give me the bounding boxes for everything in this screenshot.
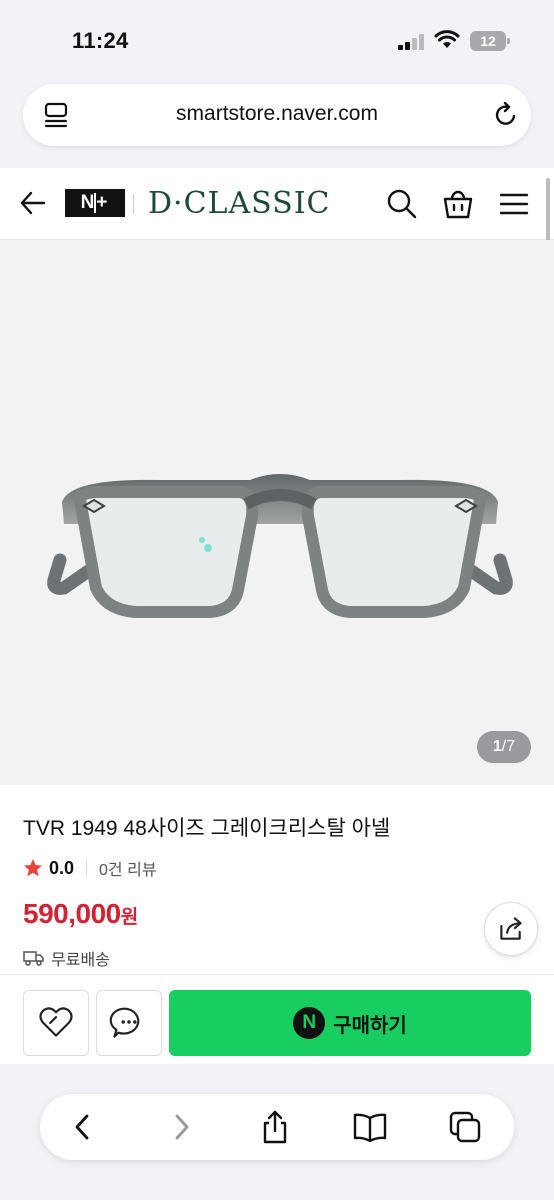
purchase-bar: N 구매하기: [0, 974, 554, 1064]
url-text[interactable]: smartstore.naver.com: [23, 102, 531, 126]
safari-forward-icon[interactable]: [164, 1110, 198, 1144]
shipping-info: 무료배송: [23, 946, 110, 970]
wishlist-button[interactable]: [23, 990, 89, 1056]
nplus-badge[interactable]: N+: [65, 189, 125, 217]
star-icon: [24, 859, 42, 877]
store-header: N+ D·CLASSIC: [0, 168, 554, 270]
browser-toolbar: [40, 1094, 514, 1160]
status-bar: 11:24 12: [0, 0, 554, 80]
store-brand-logo[interactable]: D·CLASSIC: [148, 186, 331, 221]
share-icon: [500, 917, 522, 940]
tabs-overview-icon[interactable]: [448, 1110, 482, 1144]
wifi-icon: [434, 30, 460, 48]
rating-value: 0.0: [49, 857, 75, 878]
battery-indicator: 12: [470, 31, 510, 51]
signal-icon: [398, 34, 424, 50]
truck-icon: [23, 951, 44, 966]
safari-back-icon[interactable]: [66, 1110, 100, 1144]
image-counter-total: /7: [501, 738, 516, 755]
shipping-label: 무료배송: [51, 952, 110, 969]
product-image-gallery[interactable]: 1/7: [0, 240, 554, 785]
talk-button[interactable]: [96, 990, 162, 1056]
image-counter: 1/7: [477, 731, 531, 763]
review-count[interactable]: 0건 리뷰: [99, 856, 157, 880]
url-bar[interactable]: smartstore.naver.com: [23, 84, 531, 146]
product-title: TVR 1949 48사이즈 그레이크리스탈 아넬: [23, 817, 391, 840]
buy-button[interactable]: N 구매하기: [169, 990, 531, 1056]
npay-icon: N: [293, 1007, 326, 1039]
back-arrow-icon[interactable]: [18, 188, 48, 218]
menu-icon[interactable]: [498, 188, 530, 220]
search-icon[interactable]: [386, 188, 418, 220]
product-image-glasses: [47, 474, 513, 618]
heart-icon: [39, 1007, 73, 1037]
status-time: 11:24: [72, 28, 129, 53]
header-divider: [133, 194, 134, 214]
safari-share-icon[interactable]: [258, 1110, 292, 1144]
rating-row[interactable]: 0.0 0건 리뷰: [23, 856, 157, 880]
cart-icon[interactable]: [442, 188, 474, 220]
buy-button-label: 구매하기: [333, 1014, 407, 1037]
chat-icon: [109, 1007, 140, 1038]
share-button[interactable]: [484, 902, 538, 956]
price-currency: 원: [120, 907, 138, 928]
price-value: 590,000: [23, 898, 121, 929]
rating-divider: [86, 860, 88, 876]
price: 590,000원: [23, 898, 138, 930]
product-page: N+ D·CLASSIC 1/7 TVR 1949 48사이즈 그레이크리스탈 …: [0, 168, 554, 978]
bookmarks-icon[interactable]: [353, 1110, 387, 1144]
reload-icon[interactable]: [493, 101, 519, 129]
image-counter-current: 1: [492, 738, 502, 755]
